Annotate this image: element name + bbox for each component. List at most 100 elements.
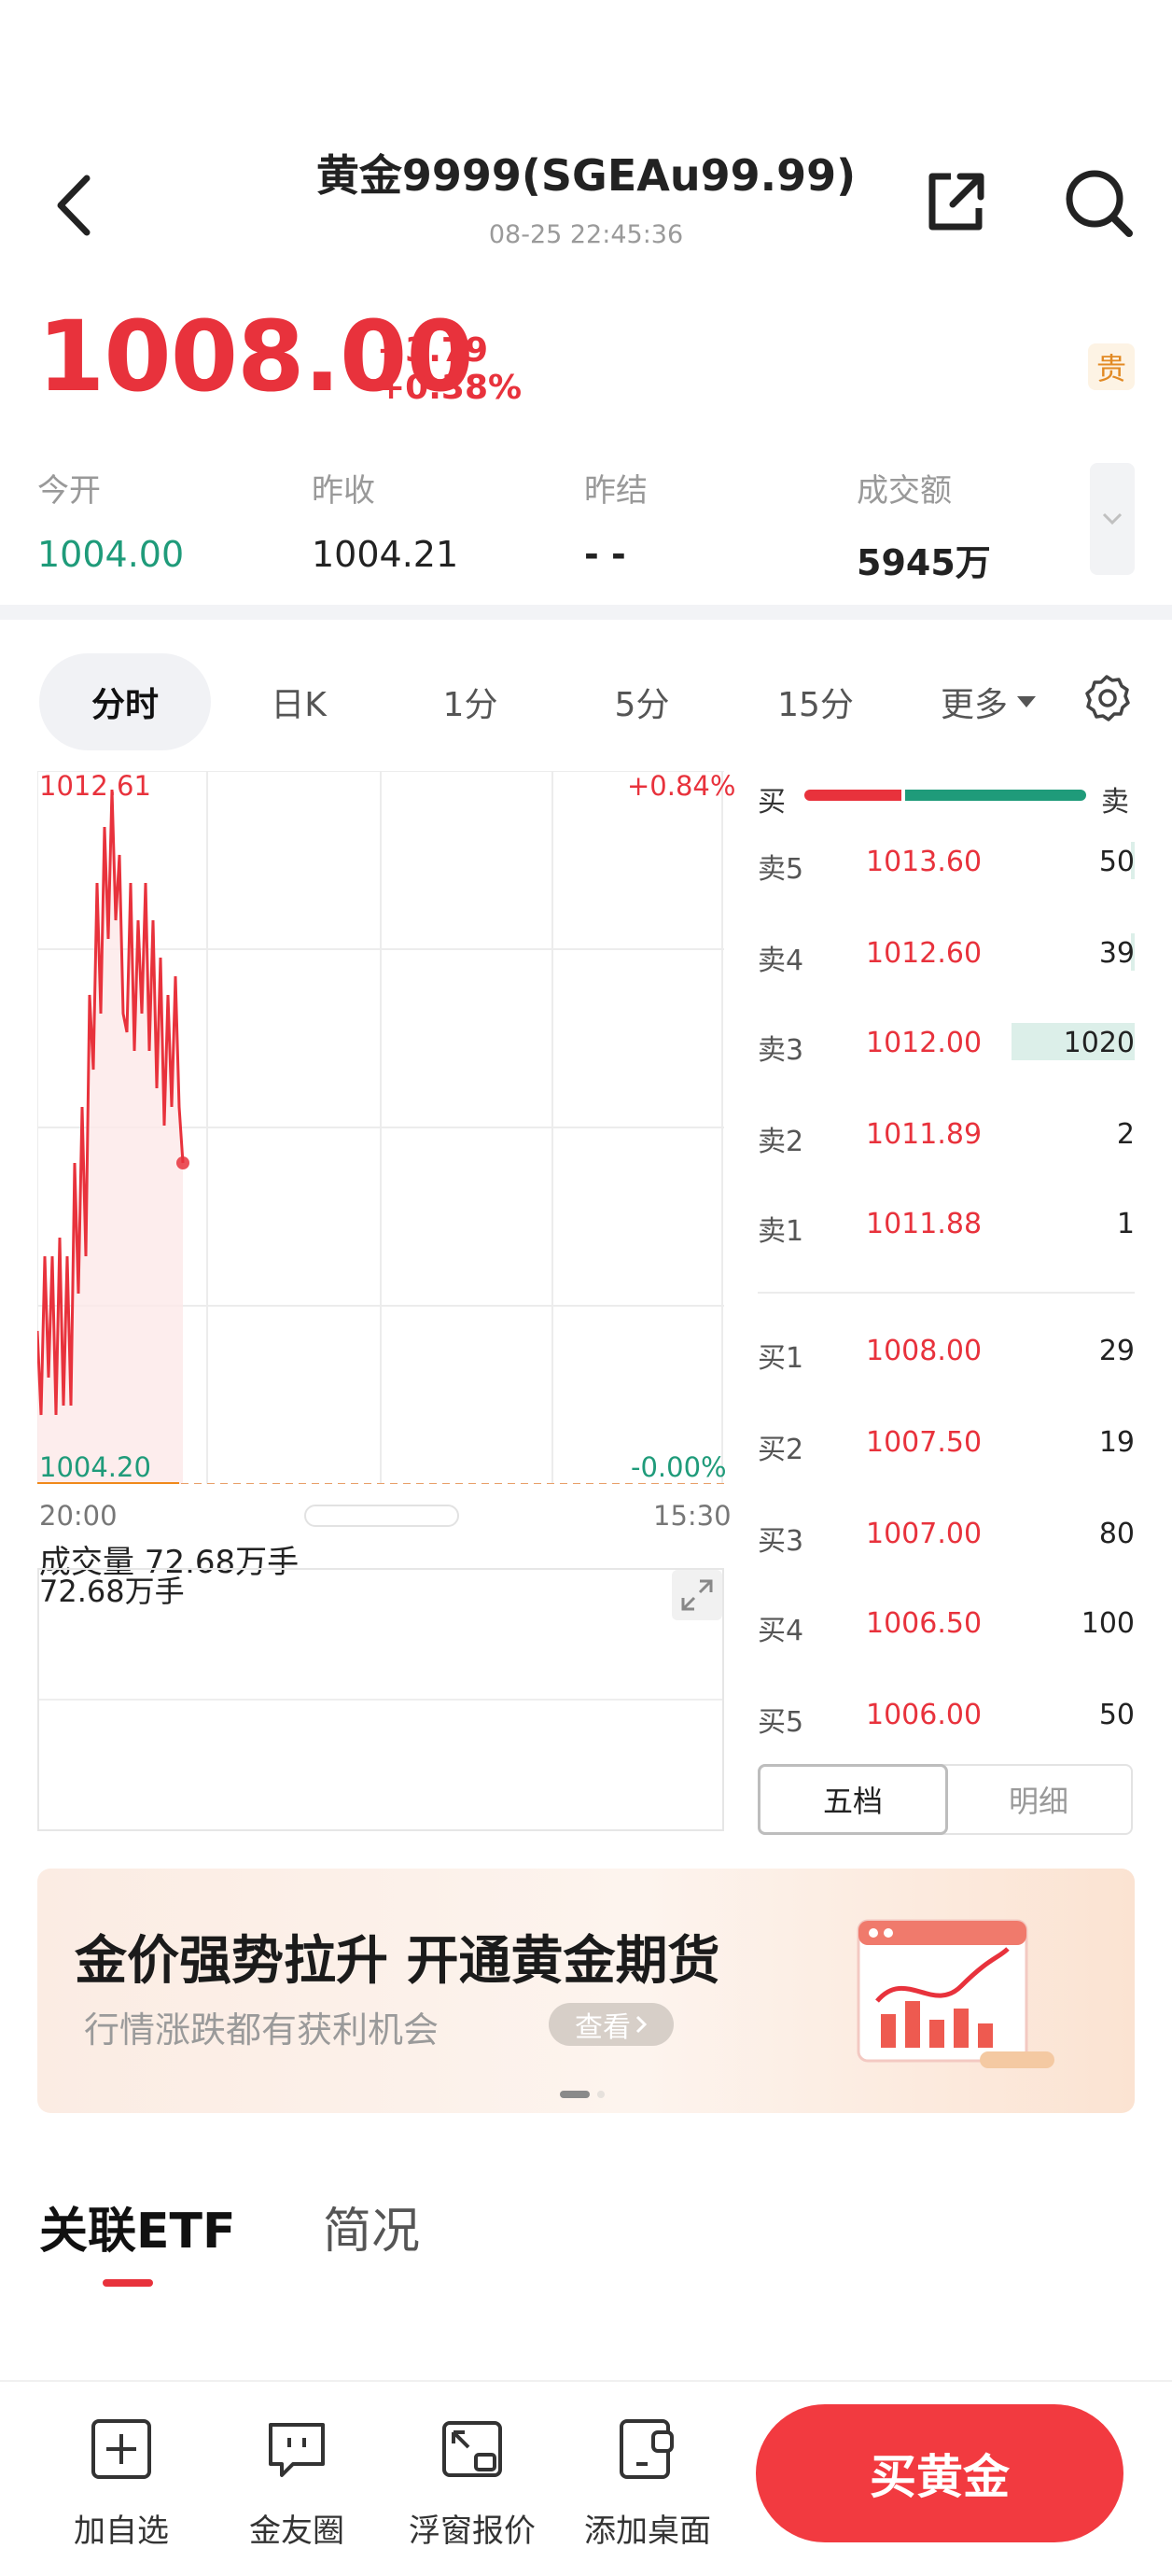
add-desktop-icon [620,2419,674,2479]
price-change-percent: +0.38% [377,369,523,407]
tab-5min[interactable]: 5分 [586,653,698,750]
bid-volume: 100 [1081,1607,1135,1640]
banner-title: 金价强势拉升 开通黄金期货 [75,1931,720,1992]
banner-subtitle: 行情涨跌都有获利机会 [84,2009,440,2051]
bid-price: 1007.50 [866,1426,983,1459]
stat-value-prev-settle: - - [584,534,626,575]
bid-volume: 80 [1098,1518,1135,1550]
ask-row: 卖5 1013.60 50 [758,836,1135,892]
gear-icon [1085,675,1130,721]
expand-stats-button[interactable] [1090,463,1135,575]
carousel-indicator [597,2091,605,2098]
bid-volume: 50 [1098,1699,1135,1731]
active-tab-indicator [103,2279,153,2287]
banner-view-button[interactable]: 查看 [549,2003,674,2046]
chart-low-pct: -0.00% [631,1451,727,1483]
quote-timestamp: 08-25 22:45:36 [488,220,684,249]
add-watchlist-label: 加自选 [74,2513,169,2550]
orderbook-divider [758,1292,1135,1294]
toggle-five-levels[interactable]: 五档 [758,1764,948,1835]
ask-label: 卖1 [758,1215,804,1248]
bid-label: 买5 [758,1706,804,1739]
banner-view-label: 查看 [575,2011,631,2044]
ask-volume: 39 [1098,937,1135,970]
stat-label-turnover: 成交额 [857,472,952,510]
bid-price: 1008.00 [866,1335,983,1367]
orderbook-sell-label: 卖 [1101,786,1129,819]
stat-label-prev-settle: 昨结 [584,472,648,510]
ask-price: 1013.60 [866,846,983,878]
chart-low-label: 1004.20 [39,1451,151,1483]
ask-volume: 1020 [1063,1027,1135,1059]
chart-high-pct: +0.84% [627,770,736,802]
bid-volume: 29 [1098,1335,1135,1367]
orderbook-buy-label: 买 [758,786,786,819]
chevron-right-icon [635,2015,648,2034]
search-button[interactable] [1060,164,1138,243]
tab-overview[interactable]: 简况 [323,2191,420,2261]
intraday-chart[interactable] [35,770,724,1486]
chart-illustration-icon [857,1919,1054,2068]
bid-row: 买2 1007.50 19 [758,1417,1135,1473]
bottom-action-bar: 加自选 金友圈 浮窗报价 添加桌面 买黄金 [0,2380,1172,2576]
page-title: 黄金9999(SGEAu99.99) [315,150,857,201]
add-desktop-label: 添加桌面 [584,2513,711,2550]
ask-price: 1012.60 [866,937,983,970]
chart-scroll-handle[interactable] [304,1505,459,1527]
ask-label: 卖2 [758,1126,804,1158]
add-desktop-button[interactable]: 添加桌面 [564,2382,732,2576]
add-watchlist-icon [91,2419,151,2479]
search-icon [1066,170,1133,237]
ask-label: 卖4 [758,945,804,977]
orderbook-ratio-bar [804,790,1086,801]
chevron-down-icon [1102,512,1123,525]
bid-label: 买1 [758,1342,804,1375]
ask-volume: 50 [1098,846,1135,878]
stat-label-open: 今开 [37,472,101,510]
stat-value-turnover: 5945万 [857,542,991,583]
bid-label: 买2 [758,1434,804,1466]
buy-gold-button[interactable]: 买黄金 [756,2404,1123,2542]
intraday-chart-svg [35,770,724,1486]
promo-banner[interactable]: 金价强势拉升 开通黄金期货 行情涨跌都有获利机会 查看 [37,1869,1135,2113]
tab-related-etf[interactable]: 关联ETF [39,2191,236,2261]
float-window-icon [442,2421,502,2477]
bid-label: 买3 [758,1525,804,1558]
tab-1min[interactable]: 1分 [414,653,526,750]
bid-price: 1006.00 [866,1699,983,1731]
toggle-details[interactable]: 明细 [946,1766,1131,1833]
tab-more-label: 更多 [940,686,1008,724]
chart-high-label: 1012.61 [39,770,151,802]
ask-row: 卖3 1012.00 1020 [758,1017,1135,1073]
bid-row: 买5 1006.00 50 [758,1689,1135,1745]
ask-price: 1011.88 [866,1208,983,1240]
caret-down-icon [1017,696,1036,707]
community-label: 金友圈 [249,2513,344,2550]
chat-icon [269,2423,325,2477]
ask-row: 卖4 1012.60 39 [758,928,1135,984]
ask-volume: 1 [1116,1208,1135,1240]
tab-intraday[interactable]: 分时 [39,653,211,750]
community-button[interactable]: 金友圈 [213,2382,381,2576]
add-watchlist-button[interactable]: 加自选 [37,2382,205,2576]
tab-daily-k[interactable]: 日K [241,653,356,750]
bid-price: 1007.00 [866,1518,983,1550]
section-divider [0,605,1172,620]
tab-15min[interactable]: 15分 [760,653,872,750]
chart-time-end: 15:30 [653,1500,732,1532]
orderbook-view-toggle: 五档 明细 [758,1764,1133,1835]
chart-settings-button[interactable] [1077,668,1137,728]
carousel-indicator-active [560,2091,590,2098]
ask-row: 卖2 1011.89 2 [758,1109,1135,1165]
category-badge: 贵 [1088,343,1135,390]
fullscreen-button[interactable] [672,1570,722,1620]
ask-volume: 2 [1116,1118,1135,1151]
float-window-label: 浮窗报价 [409,2513,536,2550]
bid-row: 买4 1006.50 100 [758,1598,1135,1654]
ask-price: 1011.89 [866,1118,983,1151]
bid-row: 买1 1008.00 29 [758,1325,1135,1381]
tab-more[interactable]: 更多 [929,653,1049,750]
share-button[interactable] [918,164,993,239]
float-window-button[interactable]: 浮窗报价 [388,2382,556,2576]
bid-label: 买4 [758,1615,804,1647]
